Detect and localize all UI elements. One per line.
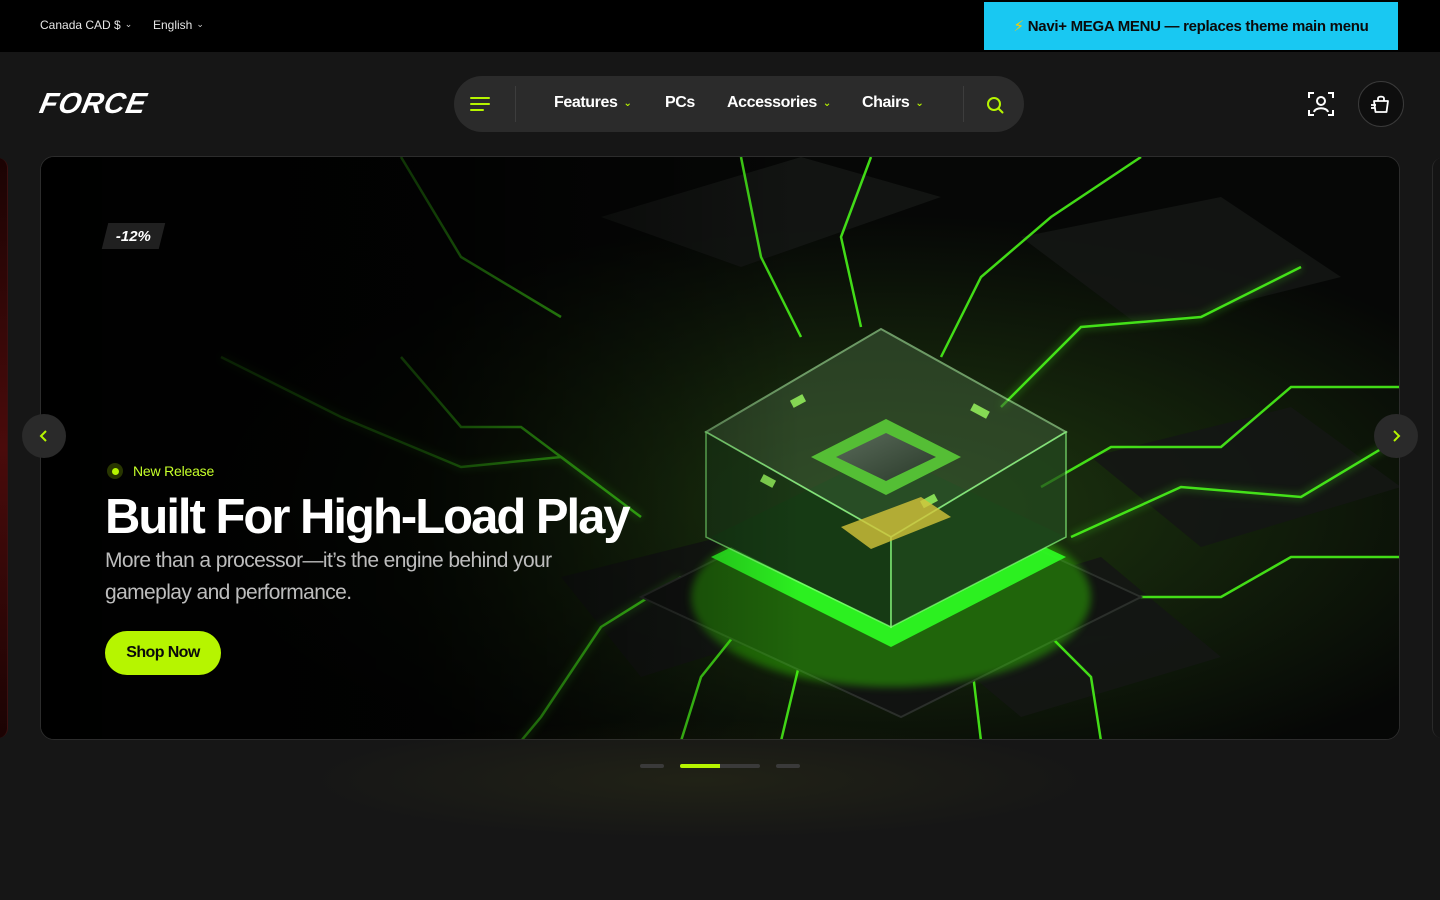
next-slide-button[interactable] [1374, 414, 1418, 458]
chevron-down-icon: ⌄ [623, 97, 632, 109]
language-label: English [153, 18, 193, 32]
release-tag: New Release [107, 463, 214, 479]
chevron-down-icon: ⌄ [124, 18, 133, 29]
hero-title: Built For High-Load Play [105, 490, 631, 544]
lightning-icon: ⚡ [1013, 18, 1025, 35]
top-bar: Canada CAD $ ⌄ English ⌄ ⚡ Navi+ MEGA ME… [0, 0, 1440, 52]
nav-item-pcs[interactable]: PCs [665, 94, 695, 112]
account-icon[interactable] [1306, 89, 1336, 119]
chevron-left-icon [39, 430, 47, 442]
logo[interactable]: FORCE [36, 88, 150, 121]
banner-text: Navi+ MEGA MENU — replaces theme main me… [1027, 17, 1369, 35]
chevron-down-icon: ⌄ [196, 18, 204, 29]
previous-slide-button[interactable] [22, 414, 66, 458]
menu-icon[interactable] [470, 92, 494, 116]
divider [963, 86, 964, 122]
status-dot-icon [107, 463, 123, 479]
nav-item-chairs[interactable]: Chairs ⌄ [862, 94, 924, 112]
mega-menu-banner[interactable]: ⚡ Navi+ MEGA MENU — replaces theme main … [984, 2, 1398, 50]
divider [515, 86, 516, 122]
currency-selector[interactable]: Canada CAD $ ⌄ [40, 18, 132, 32]
next-slide-peek [1432, 158, 1440, 738]
release-label: New Release [133, 463, 215, 479]
nav-label: Features [554, 94, 618, 111]
nav-item-features[interactable]: Features ⌄ [554, 94, 632, 112]
cart-icon[interactable] [1358, 81, 1404, 127]
pagination-dot[interactable] [776, 764, 800, 768]
nav-label: Chairs [862, 94, 910, 111]
hero-slide: -12% New Release Built For High-Load Pla… [40, 156, 1400, 740]
pagination-dot[interactable] [640, 764, 664, 768]
chevron-down-icon: ⌄ [822, 97, 831, 109]
hero-subtitle: More than a processor—it’s the engine be… [105, 549, 552, 604]
shop-now-button[interactable]: Shop Now [105, 631, 221, 675]
main-nav: Features ⌄ PCs Accessories ⌄ Chairs ⌄ [454, 76, 1024, 132]
search-icon[interactable] [984, 94, 1006, 116]
chevron-right-icon [1393, 430, 1401, 442]
discount-value: -12% [116, 227, 152, 245]
chevron-down-icon: ⌄ [915, 97, 924, 109]
nav-item-accessories[interactable]: Accessories ⌄ [727, 94, 831, 112]
pagination-progress [680, 764, 720, 768]
pagination-dot-active[interactable] [680, 764, 760, 768]
discount-badge: -12% [101, 223, 166, 249]
previous-slide-peek [0, 158, 8, 738]
nav-label: Accessories [727, 94, 817, 111]
ambient-glow [300, 720, 1100, 840]
slide-pagination [640, 764, 800, 768]
currency-label: Canada CAD $ [40, 18, 121, 32]
nav-label: PCs [665, 94, 695, 111]
language-selector[interactable]: English ⌄ [153, 18, 204, 32]
